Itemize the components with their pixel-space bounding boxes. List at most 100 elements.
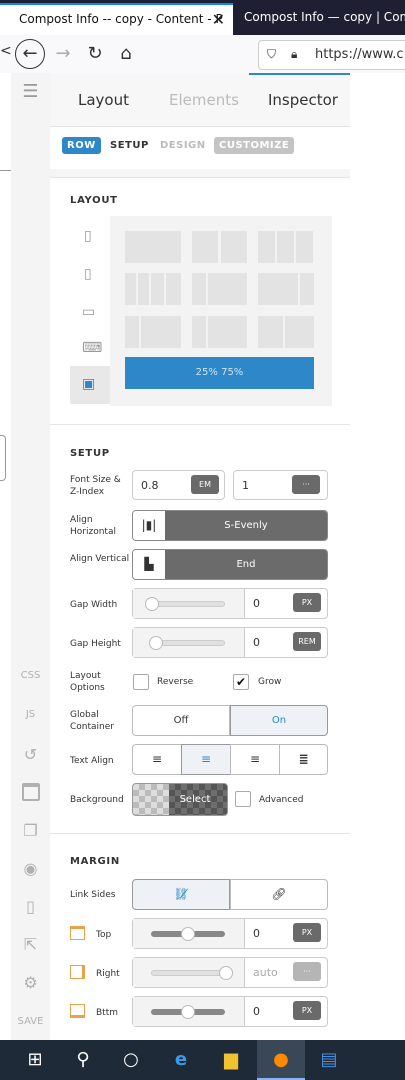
subtab-setup[interactable]: SETUP [105,137,154,154]
align-justify-icon[interactable]: ≣ [279,744,328,775]
windows-start-icon[interactable]: ⊞ [11,1040,59,1080]
js-button[interactable]: JS [11,709,50,720]
layout-option[interactable] [192,316,206,348]
margin-right-value[interactable]: auto [253,966,278,979]
advanced-checkbox[interactable] [235,791,251,807]
mobile-landscape-icon[interactable]: ▯ [84,266,92,282]
margin-bottom-slider-handle[interactable] [181,1005,195,1019]
search-icon[interactable]: ⚲ [59,1040,107,1080]
firefox-icon[interactable]: ● [257,1040,305,1080]
layout-option[interactable] [192,273,206,305]
shield-icon[interactable]: ⛉ [267,41,276,68]
tab-elements[interactable]: Elements [169,91,239,109]
layout-option[interactable] [258,231,275,263]
margin-bottom-unit[interactable]: PX [293,1001,321,1020]
css-button[interactable]: CSS [11,670,50,681]
browser-tab-active[interactable]: Compost Info -- copy - Content - P ✕ [0,3,233,35]
align-left-icon[interactable]: ≡ [132,744,182,775]
z-index-value: 1 [242,479,249,492]
align-center-icon[interactable]: ≡ [181,744,231,775]
url-bar[interactable]: ⛉ 🔒︎ https://www.c [258,40,405,70]
z-index-input[interactable]: 1 ··· [233,470,328,500]
back-arrow-icon[interactable]: ← [15,39,45,69]
margin-right-slider[interactable] [151,970,225,976]
browser-tab[interactable]: Compost Info — copy | Compo [233,3,405,35]
close-icon[interactable]: ✕ [212,5,225,34]
tab-layout[interactable]: Layout [78,91,129,109]
z-index-unit[interactable]: ··· [292,475,320,494]
align-horizontal-icon: |▮| [133,511,165,540]
file-explorer-icon[interactable]: ▆ [207,1040,255,1080]
layout-option[interactable] [125,231,181,263]
gap-width-slider-handle[interactable] [145,597,159,611]
reload-icon[interactable]: ↻ [80,39,110,69]
margin-bottom-control: 0 PX [132,996,328,1027]
external-link-icon[interactable]: ⇱ [11,935,50,954]
gap-height-slider-handle[interactable] [149,636,163,650]
reverse-checkbox[interactable] [133,674,149,690]
tab-title: Compost Info — copy | Compo [244,10,405,24]
preview-icon[interactable]: ◉ [11,859,50,878]
gap-height-unit[interactable]: REM [293,632,321,651]
margin-bottom-value[interactable]: 0 [253,1005,260,1018]
hamburger-menu-icon[interactable]: ☰ [11,81,50,102]
align-vertical-icon: ▙ [133,550,165,579]
gap-height-control: 0 REM [132,627,328,658]
selected-layout-option[interactable]: 25% 75% [125,357,314,389]
font-size-label: Font Size & Z-Index [70,475,121,497]
subtab-design[interactable]: DESIGN [155,137,211,154]
gap-height-value[interactable]: 0 [253,636,260,649]
layout-option[interactable] [258,273,298,305]
global-container-on[interactable]: On [230,705,328,736]
edge-icon[interactable]: e [157,1040,205,1080]
subtab-row[interactable]: ROW [62,137,101,154]
font-size-input[interactable]: 0.8 EM [132,470,225,500]
margin-right-slider-handle[interactable] [219,966,233,980]
mobile-portrait-icon[interactable]: ▯ [84,228,92,244]
margin-right-unit[interactable]: ··· [293,962,321,981]
global-container-off[interactable]: Off [132,705,230,736]
background-select[interactable]: Select [169,784,221,815]
gear-icon[interactable]: ⚙ [11,973,50,992]
inspector-panel: Layout Elements Inspector ROW SETUP DESI… [50,73,351,1040]
gap-width-unit[interactable]: PX [293,593,321,612]
layout-option[interactable] [258,316,283,348]
save-button[interactable]: SAVE [11,1016,50,1027]
laptop-icon[interactable]: ⌨ [82,340,102,356]
url-text: https://www.c [315,47,404,62]
align-horizontal-select[interactable]: |▮| S-Evenly [132,510,328,541]
panel-icon[interactable] [11,783,50,801]
copy-icon[interactable]: ❐ [11,821,50,840]
tab-inspector[interactable]: Inspector [268,91,338,109]
margin-top-slider-handle[interactable] [181,927,195,941]
home-icon[interactable]: ⌂ [111,39,141,69]
browser-nav-bar: ← → ↻ ⌂ ⛉ 🔒︎ https://www.c [0,35,405,74]
layout-option[interactable] [125,273,136,305]
task-view-icon[interactable]: ○ [107,1040,155,1080]
font-size-unit[interactable]: EM [191,475,219,494]
page-canvas[interactable] [350,73,405,1040]
layout-option-part [151,273,164,305]
layout-option[interactable] [125,316,139,348]
link-icon[interactable]: 🔗︎ [230,879,328,910]
subtab-customize[interactable]: CUSTOMIZE [214,137,295,154]
history-icon[interactable]: ↺ [11,745,50,764]
layout-option[interactable] [192,231,218,263]
document-icon[interactable]: ▤ [305,1040,353,1080]
align-right-icon[interactable]: ≡ [230,744,280,775]
mobile-icon[interactable]: ▯ [11,897,50,916]
layout-option-part [221,231,247,263]
unlink-icon[interactable]: ⛓︎̸ [132,879,230,910]
grow-checkbox[interactable]: ✔ [233,674,249,690]
page-gutter: < [0,43,12,1040]
gap-width-value[interactable]: 0 [253,597,260,610]
margin-right-label: Right [96,969,120,979]
margin-top-unit[interactable]: PX [293,923,321,942]
desktop-icon[interactable]: ▣ [82,376,95,392]
margin-top-value[interactable]: 0 [253,927,260,940]
background-picker[interactable]: Select [132,783,228,816]
align-vertical-select[interactable]: ▙ End [132,549,328,580]
forward-arrow-icon[interactable]: → [48,39,78,69]
tablet-icon[interactable]: ▭ [82,304,95,320]
tab-scroll-icon[interactable]: < [0,43,12,59]
